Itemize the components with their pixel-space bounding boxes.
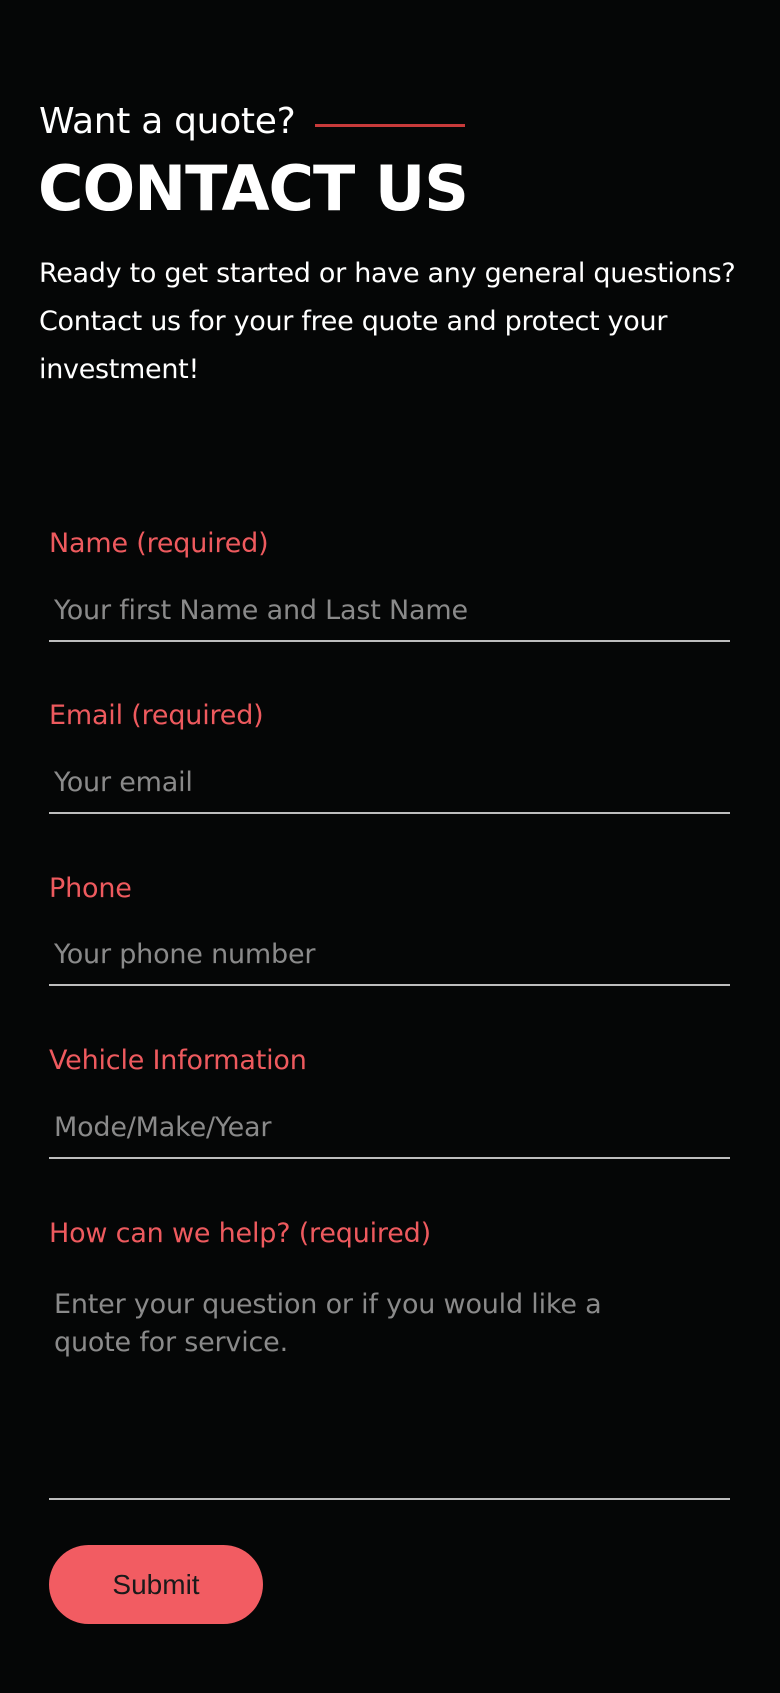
email-input[interactable] <box>49 752 730 814</box>
intro-text: Ready to get started or have any general… <box>39 258 736 385</box>
vehicle-input[interactable] <box>49 1097 730 1159</box>
message-textarea[interactable] <box>49 1280 730 1500</box>
message-label: How can we help? (required) <box>49 1218 431 1249</box>
eyebrow-text: Want a quote? <box>39 101 296 142</box>
contact-page: Want a quote? CONTACT US Ready to get st… <box>0 0 780 1693</box>
page-title: CONTACT US <box>38 152 469 225</box>
eyebrow-divider <box>315 123 466 127</box>
vehicle-label: Vehicle Information <box>49 1045 307 1076</box>
submit-button[interactable]: Submit <box>49 1545 263 1624</box>
phone-label: Phone <box>49 873 132 904</box>
name-label: Name (required) <box>49 528 269 559</box>
email-label: Email (required) <box>49 700 264 731</box>
eyebrow-row: Want a quote? <box>39 101 466 142</box>
name-input[interactable] <box>49 580 730 642</box>
phone-input[interactable] <box>49 924 730 986</box>
